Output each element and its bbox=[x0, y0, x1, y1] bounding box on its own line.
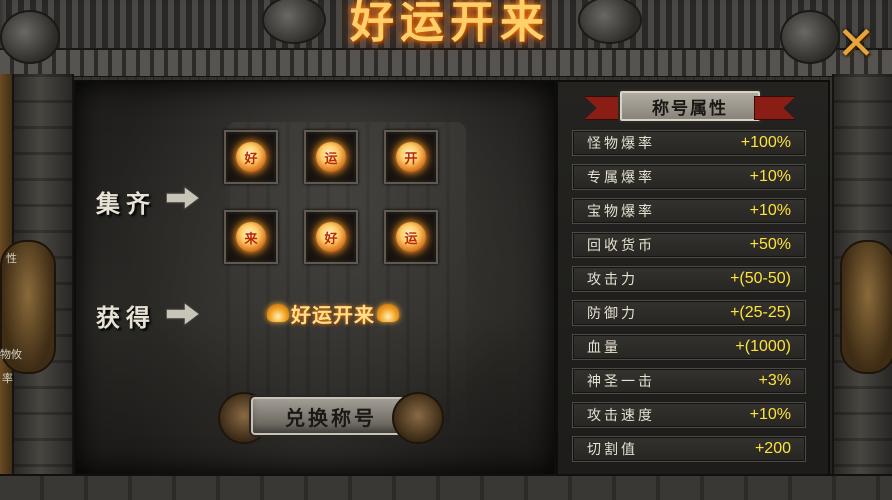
close-x-icon: ✕ bbox=[836, 16, 876, 70]
attribute-name: 宝物爆率 bbox=[587, 204, 655, 220]
attribute-row: 神圣一击 +3% bbox=[572, 368, 806, 394]
collect-item-slot[interactable]: 来 bbox=[224, 210, 278, 264]
attribute-name: 攻击速度 bbox=[587, 408, 655, 424]
attributes-header-label: 称号属性 bbox=[652, 98, 728, 119]
attribute-value: +10% bbox=[749, 406, 791, 423]
attribute-row: 回收货币 +50% bbox=[572, 232, 806, 258]
attribute-value: +(50-50) bbox=[730, 270, 791, 287]
background-text: 性 bbox=[6, 252, 17, 265]
collect-label: 集齐 bbox=[96, 189, 156, 218]
window-title-banner: 好运开来 bbox=[300, 0, 600, 48]
collect-item-slot[interactable]: 开 bbox=[384, 130, 438, 184]
roof-tiles bbox=[0, 48, 892, 76]
attribute-row: 血量 +(1000) bbox=[572, 334, 806, 360]
attribute-value: +(1000) bbox=[735, 338, 791, 355]
attribute-name: 防御力 bbox=[587, 306, 638, 322]
attribute-value: +50% bbox=[749, 236, 791, 253]
corner-ornament-left bbox=[0, 10, 60, 64]
exchange-button-label: 兑换称号 bbox=[285, 405, 377, 430]
close-button[interactable]: ✕ bbox=[832, 20, 880, 66]
attributes-header: 称号属性 bbox=[584, 89, 796, 123]
attribute-row: 怪物爆率 +100% bbox=[572, 130, 806, 156]
lotus-icon bbox=[377, 304, 399, 322]
background-text: 率 bbox=[2, 372, 13, 385]
attribute-name: 血量 bbox=[587, 340, 621, 356]
arrow-right-icon bbox=[166, 186, 200, 210]
ribbon-right bbox=[754, 96, 796, 120]
attribute-row: 攻击速度 +10% bbox=[572, 402, 806, 428]
attribute-name: 怪物爆率 bbox=[587, 136, 655, 152]
attribute-name: 切割值 bbox=[587, 442, 638, 458]
collect-item-slot[interactable]: 运 bbox=[304, 130, 358, 184]
lotus-icon bbox=[267, 304, 289, 322]
collect-item-slot[interactable]: 好 bbox=[304, 210, 358, 264]
exchange-title-button[interactable]: 兑换称号 bbox=[218, 388, 444, 444]
attribute-value: +100% bbox=[740, 134, 791, 151]
lucky-coin-icon: 好 bbox=[236, 142, 266, 172]
lucky-coin-icon: 来 bbox=[236, 222, 266, 252]
window-title: 好运开来 bbox=[350, 0, 550, 48]
obtain-label: 获得 bbox=[96, 303, 156, 332]
attribute-row: 切割值 +200 bbox=[572, 436, 806, 462]
lucky-coin-icon: 运 bbox=[396, 222, 426, 252]
dragon-ornament-right bbox=[840, 240, 892, 374]
attribute-name: 攻击力 bbox=[587, 272, 638, 288]
dragon-wing-icon bbox=[392, 392, 444, 444]
attribute-value: +10% bbox=[749, 202, 791, 219]
attribute-name: 神圣一击 bbox=[587, 374, 655, 390]
attribute-value: +3% bbox=[758, 372, 791, 389]
lucky-coin-icon: 好 bbox=[316, 222, 346, 252]
attributes-header-plate: 称号属性 bbox=[618, 89, 762, 123]
corner-ornament-right bbox=[780, 10, 840, 64]
lucky-coin-icon: 运 bbox=[316, 142, 346, 172]
reward-title-badge: 好运开来 bbox=[252, 296, 414, 330]
lucky-coin-icon: 开 bbox=[396, 142, 426, 172]
game-window: 好运开来 ✕ 性 物攸 率 集齐 好 运 开 来 好 运 获得 好运开来 兑换称… bbox=[0, 0, 892, 500]
collect-item-slot[interactable]: 好 bbox=[224, 130, 278, 184]
attribute-name: 回收货币 bbox=[587, 238, 655, 254]
arrow-right-icon bbox=[166, 302, 200, 326]
collect-item-slot[interactable]: 运 bbox=[384, 210, 438, 264]
exchange-button-plate: 兑换称号 bbox=[249, 395, 413, 437]
attribute-row: 防御力 +(25-25) bbox=[572, 300, 806, 326]
attribute-value: +(25-25) bbox=[730, 304, 791, 321]
attribute-row: 攻击力 +(50-50) bbox=[572, 266, 806, 292]
attribute-row: 宝物爆率 +10% bbox=[572, 198, 806, 224]
attribute-name: 专属爆率 bbox=[587, 170, 655, 186]
attribute-row: 专属爆率 +10% bbox=[572, 164, 806, 190]
background-text: 物攸 bbox=[0, 348, 22, 361]
reward-title-text: 好运开来 bbox=[291, 302, 375, 327]
attribute-value: +10% bbox=[749, 168, 791, 185]
ground-border bbox=[0, 474, 892, 500]
attribute-value: +200 bbox=[754, 440, 791, 457]
